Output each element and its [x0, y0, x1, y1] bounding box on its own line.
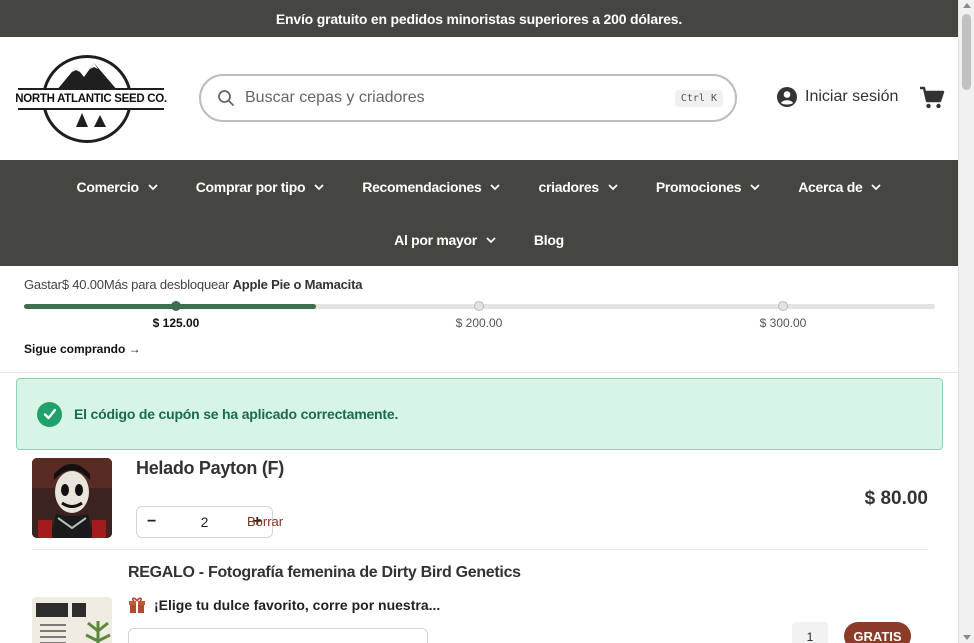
nav-label: Acerca de	[798, 178, 863, 195]
free-badge: GRATIS	[844, 622, 911, 643]
nav-item-al-por-mayor[interactable]: Al por mayor	[394, 232, 496, 248]
quantity-value[interactable]: 2	[201, 514, 209, 530]
product-title[interactable]: Helado Payton (F)	[136, 458, 284, 479]
nav-label: Promociones	[655, 178, 742, 195]
remove-item-link[interactable]: Borrar	[247, 514, 283, 529]
chevron-down-icon	[486, 236, 496, 243]
milestone-dot-2	[474, 301, 484, 311]
search-bar[interactable]: Ctrl K	[199, 74, 737, 122]
page: Envío gratuito en pedidos minoristas sup…	[0, 0, 958, 643]
nav-item-blog[interactable]: Blog	[534, 232, 564, 248]
gift-title[interactable]: REGALO - Fotografía femenina de Dirty Bi…	[128, 564, 521, 582]
milestone-label: $ 125.00	[152, 316, 200, 330]
cart-line-item: Helado Payton (F) − 2 + Borrar $ 80.00	[32, 458, 928, 550]
chevron-down-icon	[871, 183, 882, 190]
nav-label: Recomendaciones	[362, 178, 482, 195]
progress-track	[24, 301, 935, 311]
gift-variant-select[interactable]	[128, 628, 428, 643]
pine-tree-icon	[76, 113, 106, 127]
gift-icon	[129, 597, 145, 613]
chevron-down-icon	[148, 183, 158, 190]
nav-item-promociones[interactable]: Promociones	[656, 179, 760, 195]
site-logo[interactable]: NORTH ATLANTIC SEED CO.	[15, 55, 167, 143]
house-freebies-image	[32, 597, 112, 643]
decrease-quantity-button[interactable]: −	[147, 513, 156, 531]
scrollbar-thumb[interactable]	[962, 14, 971, 90]
nav-label: Al por mayor	[394, 231, 477, 248]
check-circle-icon	[37, 401, 62, 427]
line-price: $ 80.00	[864, 488, 928, 509]
scroll-up-arrow[interactable]	[963, 3, 971, 8]
nav-label: Comercio	[76, 178, 139, 195]
login-link[interactable]: Iniciar sesión	[777, 87, 898, 107]
product-image[interactable]	[32, 458, 112, 538]
scroll-down-arrow[interactable]	[963, 635, 971, 640]
chevron-down-icon	[490, 183, 501, 190]
milestone-dot-3	[778, 301, 788, 311]
milestone-label: $ 200.00	[455, 316, 503, 330]
nav-row-secondary: Al por mayor Blog	[0, 213, 958, 266]
nav-item-comprar-por-tipo[interactable]: Comprar por tipo	[196, 179, 325, 195]
search-icon	[218, 90, 234, 106]
search-shortcut-hint: Ctrl K	[674, 89, 723, 107]
login-label: Iniciar sesión	[805, 88, 899, 105]
cart-gift-item: REGALO - Fotografía femenina de Dirty Bi…	[32, 562, 928, 643]
nav-label: criadores	[538, 178, 599, 195]
progress-reward: Apple Pie o Mamacita	[232, 277, 363, 292]
milestone-label: $ 300.00	[759, 316, 807, 330]
nav-item-criadores[interactable]: criadores	[538, 178, 618, 195]
site-header: NORTH ATLANTIC SEED CO. Ctrl K Iniciar s…	[0, 37, 958, 160]
announcement-text: Envío gratuito en pedidos minoristas sup…	[275, 10, 683, 27]
user-account-icon	[777, 87, 797, 107]
page-scrollbar[interactable]	[958, 0, 974, 643]
gift-description-text: ¡Elige tu dulce favorito, corre por nues…	[154, 597, 441, 613]
main-navigation: Comercio Comprar por tipo Recomendacione…	[0, 160, 958, 266]
keep-shopping-link[interactable]: Sigue comprando →	[24, 342, 141, 356]
progress-message: Gastar$ 40.00Más para desbloquear Apple …	[24, 277, 362, 292]
nav-label: Blog	[533, 231, 564, 248]
gift-description: ¡Elige tu dulce favorito, corre por nues…	[128, 596, 440, 614]
chevron-down-icon	[608, 183, 618, 190]
gift-quantity: 1	[792, 622, 828, 643]
chevron-down-icon	[314, 183, 324, 190]
search-input[interactable]	[245, 89, 675, 107]
gift-product-image[interactable]	[32, 597, 112, 643]
alert-text: El código de cupón se ha aplicado correc…	[74, 406, 399, 422]
nav-row-primary: Comercio Comprar por tipo Recomendacione…	[0, 160, 958, 213]
coupon-success-alert: El código de cupón se ha aplicado correc…	[16, 378, 943, 450]
chevron-down-icon	[750, 183, 760, 190]
nav-label: Comprar por tipo	[195, 178, 306, 195]
nav-item-comercio[interactable]: Comercio	[77, 179, 158, 195]
nav-item-recomendaciones[interactable]: Recomendaciones	[362, 178, 501, 195]
logo-wordmark: NORTH ATLANTIC SEED CO.	[15, 88, 167, 110]
progress-message-amount: $ 40.00	[61, 277, 104, 292]
progress-fill	[24, 304, 316, 309]
cart-icon[interactable]	[919, 86, 945, 110]
progress-message-mid: Más para desbloquear	[103, 277, 230, 292]
announcement-bar: Envío gratuito en pedidos minoristas sup…	[0, 0, 958, 37]
clown-portrait-image	[32, 458, 112, 538]
progress-message-prefix: Gastar	[24, 277, 62, 292]
nav-item-acerca-de[interactable]: Acerca de	[798, 178, 882, 195]
free-gift-progress: Gastar$ 40.00Más para desbloquear Apple …	[0, 266, 958, 373]
milestone-dot-1	[171, 301, 181, 311]
